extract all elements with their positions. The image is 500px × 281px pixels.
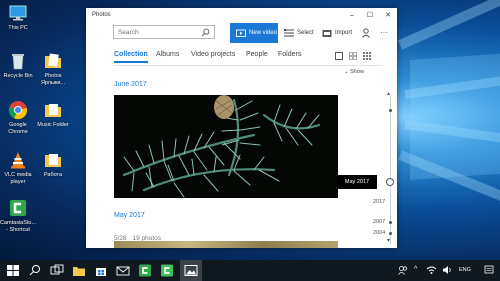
tab-folders[interactable]: Folders (278, 51, 301, 58)
search-input[interactable] (118, 28, 198, 37)
show-dropdown[interactable]: ⌄ Show (344, 69, 364, 75)
desktop-icon-label: Music Folder (37, 122, 69, 128)
timeline-marker (389, 109, 392, 112)
chrome-icon (8, 101, 28, 120)
import-icon (322, 30, 332, 37)
show-label: Show (350, 69, 364, 75)
large-tiles-icon[interactable] (335, 52, 343, 60)
timeline-marker (389, 221, 392, 224)
desktop-icon-this-pc[interactable]: This PC (0, 3, 36, 32)
tab-albums[interactable]: Albums (156, 51, 179, 58)
new-video-label: New video (249, 30, 278, 36)
folder-icon (45, 104, 61, 117)
timeline-marker (389, 232, 392, 235)
desktop-icon-music-folder[interactable]: Music Folder (35, 100, 71, 129)
window-title: Photos (92, 12, 111, 18)
photo-thumbnail[interactable] (114, 241, 338, 248)
taskbar: ^ ENG (0, 260, 500, 281)
desktop-icon-label: CamtasiaStu... - Shortcut (0, 220, 37, 233)
tab-people[interactable]: People (246, 51, 268, 58)
search-box[interactable] (113, 25, 215, 39)
mail-icon[interactable] (116, 264, 130, 277)
import-label: Import (335, 30, 353, 36)
windows-start-icon[interactable] (6, 264, 20, 277)
file-explorer-icon[interactable] (72, 264, 86, 277)
recycle-bin-icon (12, 54, 24, 70)
timeline-year[interactable]: 2017 (373, 199, 385, 205)
timeline-scrubber-thumb[interactable] (386, 178, 394, 186)
tab-video-projects[interactable]: Video projects (191, 51, 235, 58)
network-icon[interactable] (426, 265, 437, 275)
medium-tiles-icon[interactable] (349, 52, 357, 60)
desktop-icon-photos-folder[interactable]: Photos Ярлыки... (35, 51, 71, 87)
section-title-may-2017: May 2017 (114, 212, 145, 219)
more-options-icon[interactable]: ··· (380, 28, 388, 37)
search-icon[interactable] (28, 264, 42, 277)
photos-icon (184, 265, 198, 276)
camtasia-icon[interactable] (138, 264, 152, 277)
select-label: Select (297, 30, 314, 36)
notifications-icon[interactable] (484, 265, 494, 275)
desktop-icon-label: Работа (43, 172, 63, 178)
desktop-icon-label: This PC (8, 25, 28, 31)
photo-thumbnail[interactable] (114, 95, 338, 198)
camtasia-recorder-icon[interactable] (160, 264, 174, 277)
timeline-year[interactable]: 2004 (373, 230, 385, 236)
title-bar[interactable]: Photos – ☐ ✕ (86, 8, 397, 24)
minimize-button[interactable]: – (344, 10, 360, 22)
maximize-button[interactable]: ☐ (362, 10, 378, 22)
desktop-icon-recycle-bin[interactable]: Recycle Bin (0, 51, 36, 80)
people-icon[interactable] (398, 265, 408, 275)
desktop-icon-google-chrome[interactable]: Google Chrome (0, 100, 36, 136)
folder-icon (45, 53, 61, 68)
language-indicator[interactable]: ENG (459, 267, 471, 273)
store-icon[interactable] (94, 264, 108, 277)
tabs-divider (113, 65, 383, 66)
vlc-cone-icon (11, 152, 25, 169)
desktop-icon-label: VLC media player (4, 172, 32, 185)
chevron-up-icon[interactable]: ^ (414, 266, 417, 273)
desktop-icon-label: Recycle Bin (3, 73, 33, 79)
timeline-year[interactable]: 2007 (373, 219, 385, 225)
new-video-button[interactable]: New video (230, 23, 278, 43)
timeline-tooltip: May 2017 (337, 175, 377, 189)
video-icon (236, 29, 246, 37)
pine-branch-image (114, 95, 338, 198)
desktop-icon-label: Google Chrome (8, 122, 28, 135)
people-icon[interactable] (362, 28, 372, 38)
computer-icon (9, 5, 27, 21)
camtasia-icon (10, 200, 26, 216)
close-button[interactable]: ✕ (380, 10, 396, 22)
small-tiles-icon[interactable] (363, 52, 371, 60)
section-title-june-2017: June 2017 (114, 81, 147, 88)
desktop-icon-work-folder[interactable]: Работа (35, 150, 71, 179)
photos-taskbar-button[interactable] (180, 260, 202, 281)
search-icon[interactable] (201, 28, 210, 37)
scroll-down-icon[interactable]: ▾ (387, 237, 390, 244)
volume-icon[interactable] (442, 265, 452, 275)
folder-icon (45, 154, 61, 167)
desktop-icon-vlc[interactable]: VLC media player (0, 150, 36, 186)
desktop-icon-camtasia[interactable]: CamtasiaStu... - Shortcut (0, 198, 36, 234)
photos-window: Photos – ☐ ✕ New video Select Import ···… (86, 8, 397, 248)
desktop-icon-label: Photos Ярлыки... (40, 73, 66, 86)
task-view-icon[interactable] (50, 264, 64, 277)
select-icon (284, 29, 294, 37)
tab-collection[interactable]: Collection (114, 51, 148, 63)
